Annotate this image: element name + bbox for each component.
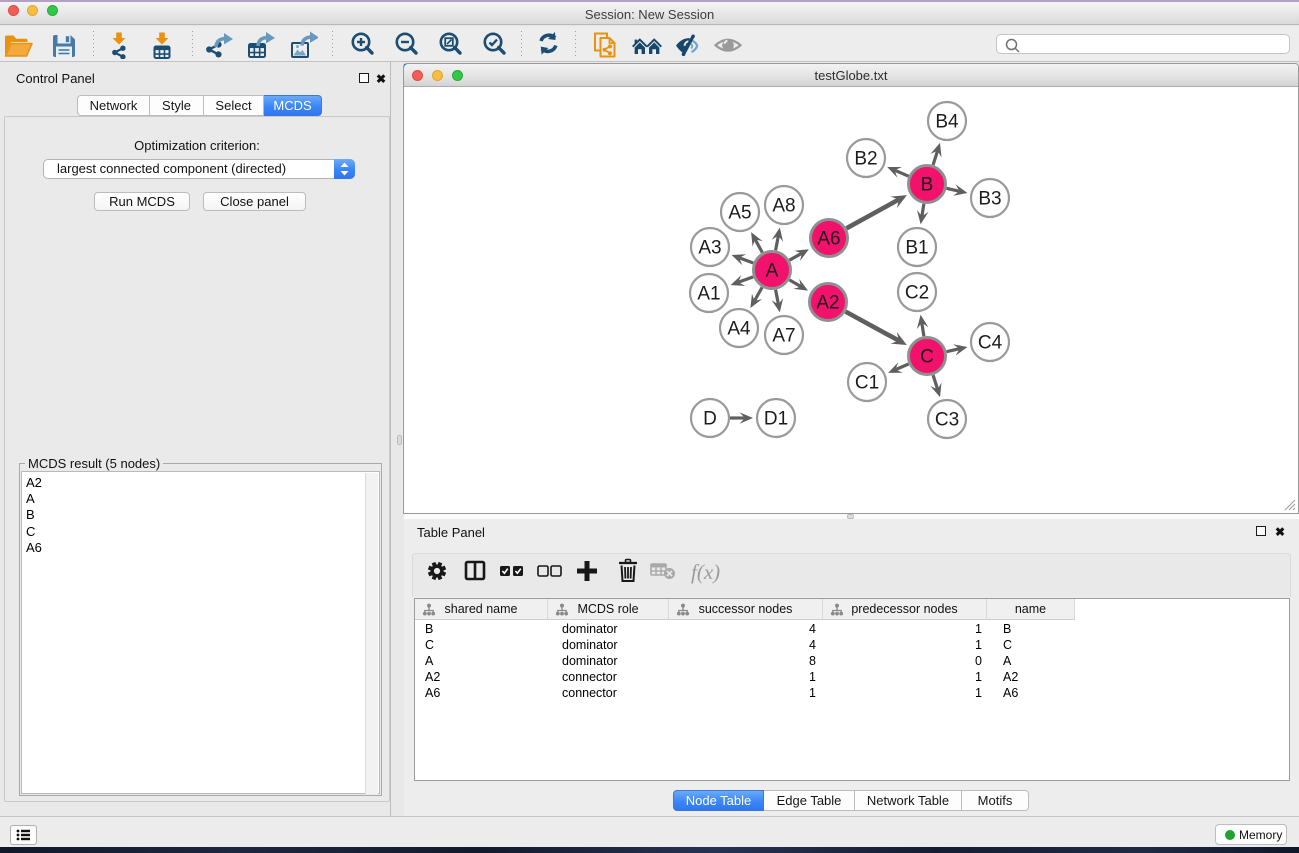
svg-text:B4: B4	[935, 112, 959, 133]
svg-text:A8: A8	[772, 196, 795, 217]
svg-text:D1: D1	[764, 409, 788, 430]
svg-text:A3: A3	[698, 238, 721, 259]
svg-text:B3: B3	[978, 189, 1001, 210]
svg-text:A4: A4	[727, 319, 751, 340]
svg-text:C2: C2	[905, 283, 929, 304]
svg-text:A7: A7	[772, 326, 795, 347]
svg-text:A1: A1	[697, 284, 720, 305]
svg-text:C1: C1	[855, 373, 879, 394]
svg-text:A5: A5	[728, 203, 751, 224]
svg-text:A2: A2	[816, 293, 839, 314]
svg-text:B1: B1	[905, 238, 928, 259]
svg-text:D: D	[703, 409, 717, 430]
svg-text:C4: C4	[978, 333, 1003, 354]
svg-text:A6: A6	[817, 229, 840, 250]
svg-text:C3: C3	[935, 410, 959, 431]
svg-text:A: A	[766, 261, 779, 282]
svg-text:C: C	[920, 347, 934, 368]
svg-text:B2: B2	[854, 149, 877, 170]
svg-text:B: B	[921, 175, 934, 196]
